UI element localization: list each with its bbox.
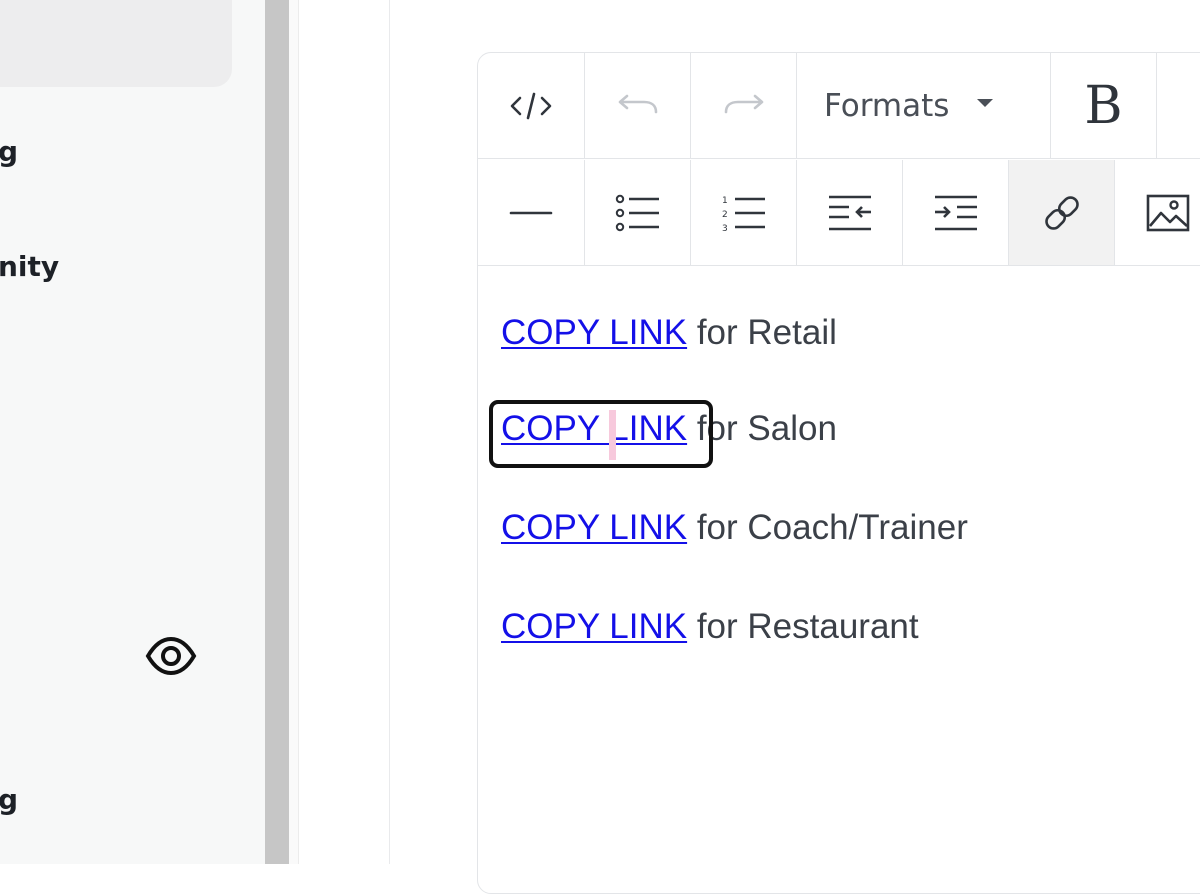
editor-toolbar: Formats B 1 2 3 <box>478 53 1200 266</box>
copy-link-retail[interactable]: COPY LINK <box>501 313 687 352</box>
list-item: COPY LINK for Retail <box>501 315 837 350</box>
indent-icon <box>934 195 977 230</box>
copy-link-coach-trainer[interactable]: COPY LINK <box>501 508 687 547</box>
sidebar: g nity , g <box>0 0 256 864</box>
sidebar-gap <box>255 0 265 864</box>
caret-down-icon <box>977 98 994 107</box>
indent-button[interactable] <box>903 160 1009 265</box>
formats-dropdown[interactable]: Formats <box>797 53 1051 159</box>
image-icon <box>1146 194 1190 231</box>
list-item: COPY LINK for Coach/Trainer <box>501 510 968 545</box>
numbered-list-button[interactable]: 1 2 3 <box>691 160 797 265</box>
line-text: for Retail <box>687 313 837 352</box>
rich-text-editor: Formats B 1 2 3 COPY LINK for Retail COP… <box>477 52 1200 894</box>
horizontal-rule-icon <box>509 211 553 214</box>
copy-link-restaurant[interactable]: COPY LINK <box>501 607 687 646</box>
panel-resize-handle[interactable] <box>265 0 289 864</box>
sidebar-item-label[interactable]: g <box>0 786 18 814</box>
svg-text:2: 2 <box>722 210 728 220</box>
sidebar-item-label: , <box>0 380 2 400</box>
eye-icon[interactable] <box>145 636 197 676</box>
line-text: for Restaurant <box>687 607 919 646</box>
horizontal-rule-button[interactable] <box>478 160 585 265</box>
formats-label: Formats <box>824 87 950 124</box>
bold-icon: B <box>1084 75 1123 136</box>
click-highlight <box>489 400 713 468</box>
content-divider <box>389 0 390 864</box>
svg-text:1: 1 <box>722 196 728 206</box>
insert-image-button[interactable] <box>1115 160 1200 265</box>
code-view-button[interactable] <box>478 53 585 159</box>
insert-link-button[interactable] <box>1009 160 1115 265</box>
sidebar-card[interactable] <box>0 0 232 87</box>
code-icon <box>510 92 552 119</box>
svg-text:3: 3 <box>722 224 728 233</box>
italic-button[interactable] <box>1157 53 1200 159</box>
undo-icon <box>618 94 657 113</box>
bulleted-list-icon <box>615 194 659 231</box>
outdent-button[interactable] <box>797 160 903 265</box>
link-icon <box>1044 195 1079 230</box>
line-text: for Coach/Trainer <box>687 508 968 547</box>
list-item: COPY LINK for Restaurant <box>501 609 919 644</box>
sidebar-item-label[interactable]: g <box>0 138 18 166</box>
sidebar-item-label[interactable]: nity <box>0 253 59 281</box>
undo-button[interactable] <box>585 53 691 159</box>
panel-edge <box>289 0 299 864</box>
redo-icon <box>724 94 763 113</box>
bold-button[interactable]: B <box>1051 53 1157 159</box>
redo-button[interactable] <box>691 53 797 159</box>
bulleted-list-button[interactable] <box>585 160 691 265</box>
numbered-list-icon: 1 2 3 <box>722 196 765 233</box>
outdent-icon <box>828 195 871 230</box>
